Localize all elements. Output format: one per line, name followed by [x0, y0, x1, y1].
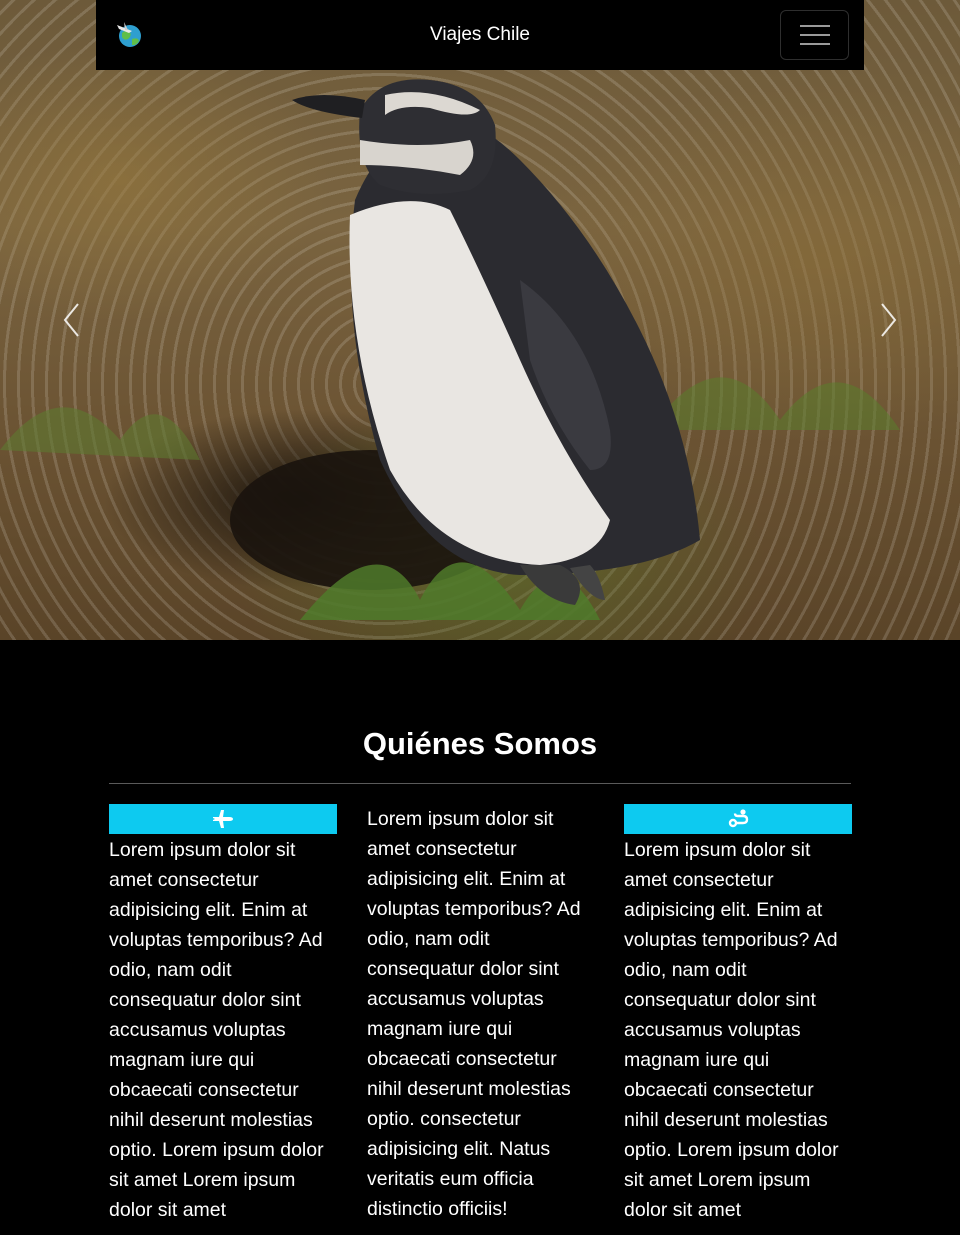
divider	[109, 783, 851, 784]
route-icon	[728, 809, 749, 828]
hamburger-icon	[799, 25, 830, 45]
column-text: Lorem ipsum dolor sit amet consectetur a…	[624, 839, 839, 1221]
column-text: Lorem ipsum dolor sit amet consectetur a…	[367, 808, 581, 1220]
carousel-prev-button[interactable]	[52, 300, 92, 340]
column-text: Lorem ipsum dolor sit amet consectetur a…	[109, 839, 324, 1221]
penguin-photo	[0, 79, 900, 620]
hero-carousel	[0, 0, 960, 640]
column-icon-badge	[109, 804, 337, 834]
navbar: Viajes Chile	[96, 0, 864, 70]
chevron-left-icon	[63, 303, 79, 337]
airplane-icon	[213, 810, 233, 828]
about-column-3: Lorem ipsum dolor sit amet consectetur a…	[624, 804, 852, 1225]
column-icon-badge	[624, 804, 852, 834]
chevron-right-icon	[881, 303, 897, 337]
about-column-1: Lorem ipsum dolor sit amet consectetur a…	[109, 804, 337, 1225]
section-title: Quiénes Somos	[362, 726, 598, 761]
brand-title[interactable]: Viajes Chile	[96, 24, 864, 46]
carousel-next-button[interactable]	[868, 300, 908, 340]
navbar-toggler-button[interactable]	[780, 10, 849, 60]
about-column-2: Lorem ipsum dolor sit amet consectetur a…	[367, 804, 595, 1224]
